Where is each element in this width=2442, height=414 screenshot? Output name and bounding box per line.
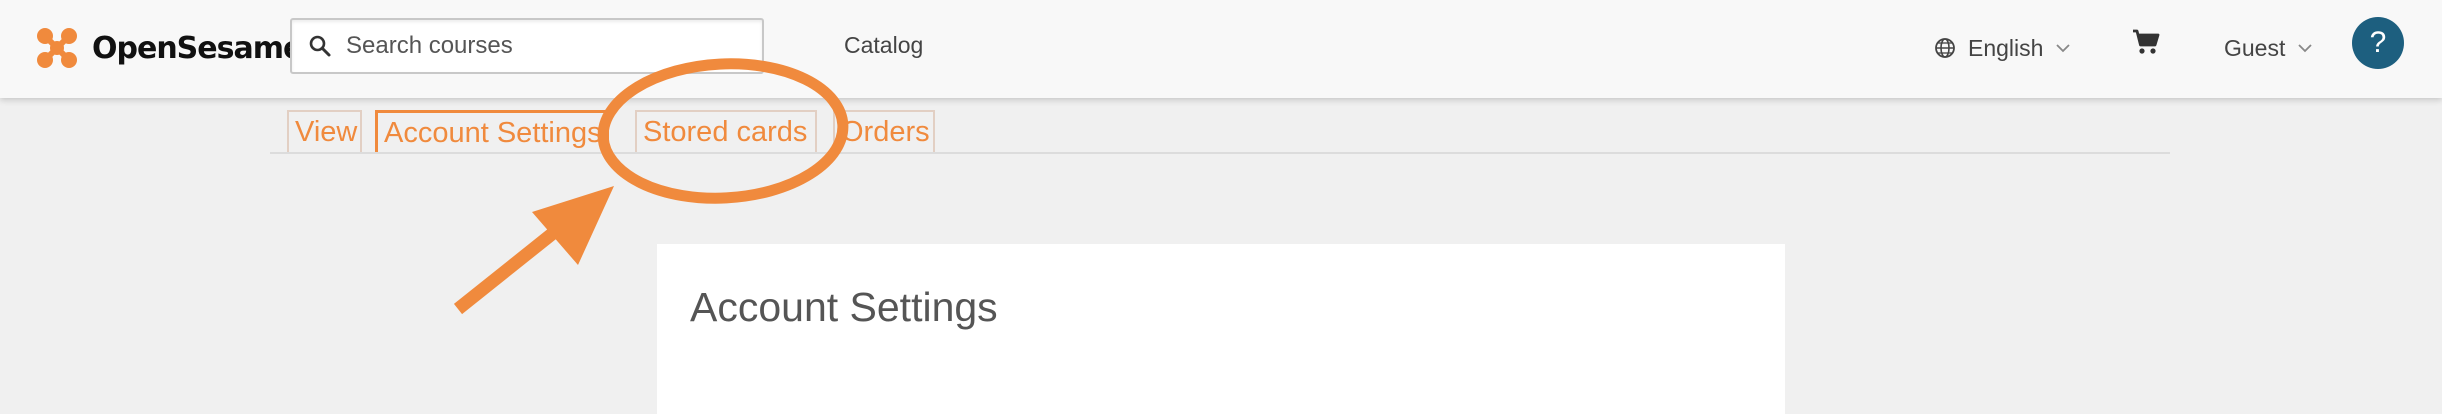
annotation-overlay <box>453 58 849 315</box>
highlight-circle <box>597 58 849 204</box>
pointer-arrow-head <box>532 186 614 265</box>
